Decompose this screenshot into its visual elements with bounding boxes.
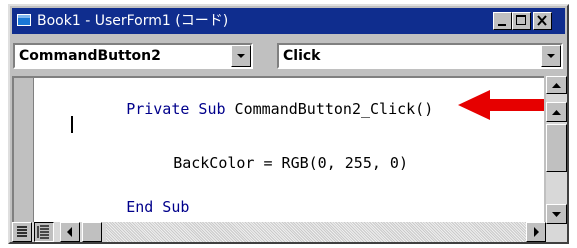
red-arrow-annotation	[458, 90, 544, 120]
keyword-token: End Sub	[126, 198, 190, 216]
maximize-icon	[516, 15, 526, 25]
window-title: Book1 - UserForm1 (コード)	[37, 13, 229, 29]
statement-token: BackColor = RGB(0, 255, 0)	[173, 154, 408, 172]
procedure-dropdown-button[interactable]	[541, 45, 561, 67]
scroll-left-button[interactable]	[60, 222, 80, 242]
procedure-view-button[interactable]	[12, 222, 32, 242]
scroll-right-button[interactable]	[526, 222, 546, 242]
code-line-sub-declaration[interactable]: Private Sub CommandButton2_Click()	[72, 82, 433, 136]
identifier-token: CommandButton2_Click()	[225, 100, 434, 118]
scroll-up-button[interactable]	[546, 76, 567, 94]
arrow-right-icon	[534, 227, 539, 237]
close-button[interactable]	[533, 12, 552, 30]
scroll-up-button-2[interactable]	[546, 102, 567, 122]
horizontal-scroll-thumb[interactable]	[82, 222, 102, 242]
procedure-view-icon	[17, 226, 27, 237]
minimize-icon	[498, 24, 506, 26]
bottom-toolbar	[12, 222, 546, 242]
chevron-down-icon	[547, 54, 555, 58]
vertical-scrollbar[interactable]	[546, 76, 567, 242]
margin-indicator-bar[interactable]	[14, 78, 34, 222]
procedure-dropdown[interactable]: Click	[277, 43, 563, 69]
horizontal-scroll-track[interactable]	[106, 222, 528, 242]
arrow-up-icon	[552, 110, 561, 115]
object-dropdown[interactable]: CommandButton2	[13, 43, 253, 69]
scroll-down-button[interactable]	[546, 204, 567, 224]
close-icon	[537, 15, 547, 26]
full-module-view-button[interactable]	[34, 222, 54, 242]
arrow-up-icon	[552, 83, 561, 88]
vba-editor-icon[interactable]	[17, 14, 31, 26]
code-window: Book1 - UserForm1 (コード) CommandButton2 C…	[8, 4, 569, 244]
object-dropdown-value: CommandButton2	[19, 48, 161, 64]
minimize-button[interactable]	[493, 12, 512, 30]
procedure-dropdown-value: Click	[283, 48, 321, 64]
arrow-down-icon	[552, 212, 561, 217]
chevron-down-icon	[237, 54, 245, 58]
title-bar[interactable]: Book1 - UserForm1 (コード)	[12, 8, 565, 34]
object-dropdown-button[interactable]	[231, 45, 251, 67]
arrow-left-icon	[67, 227, 72, 237]
text-cursor	[71, 116, 73, 133]
keyword-token: Private Sub	[126, 100, 226, 118]
scroll-thumb[interactable]	[546, 124, 567, 172]
maximize-button[interactable]	[512, 12, 531, 30]
full-module-view-icon	[37, 225, 49, 239]
